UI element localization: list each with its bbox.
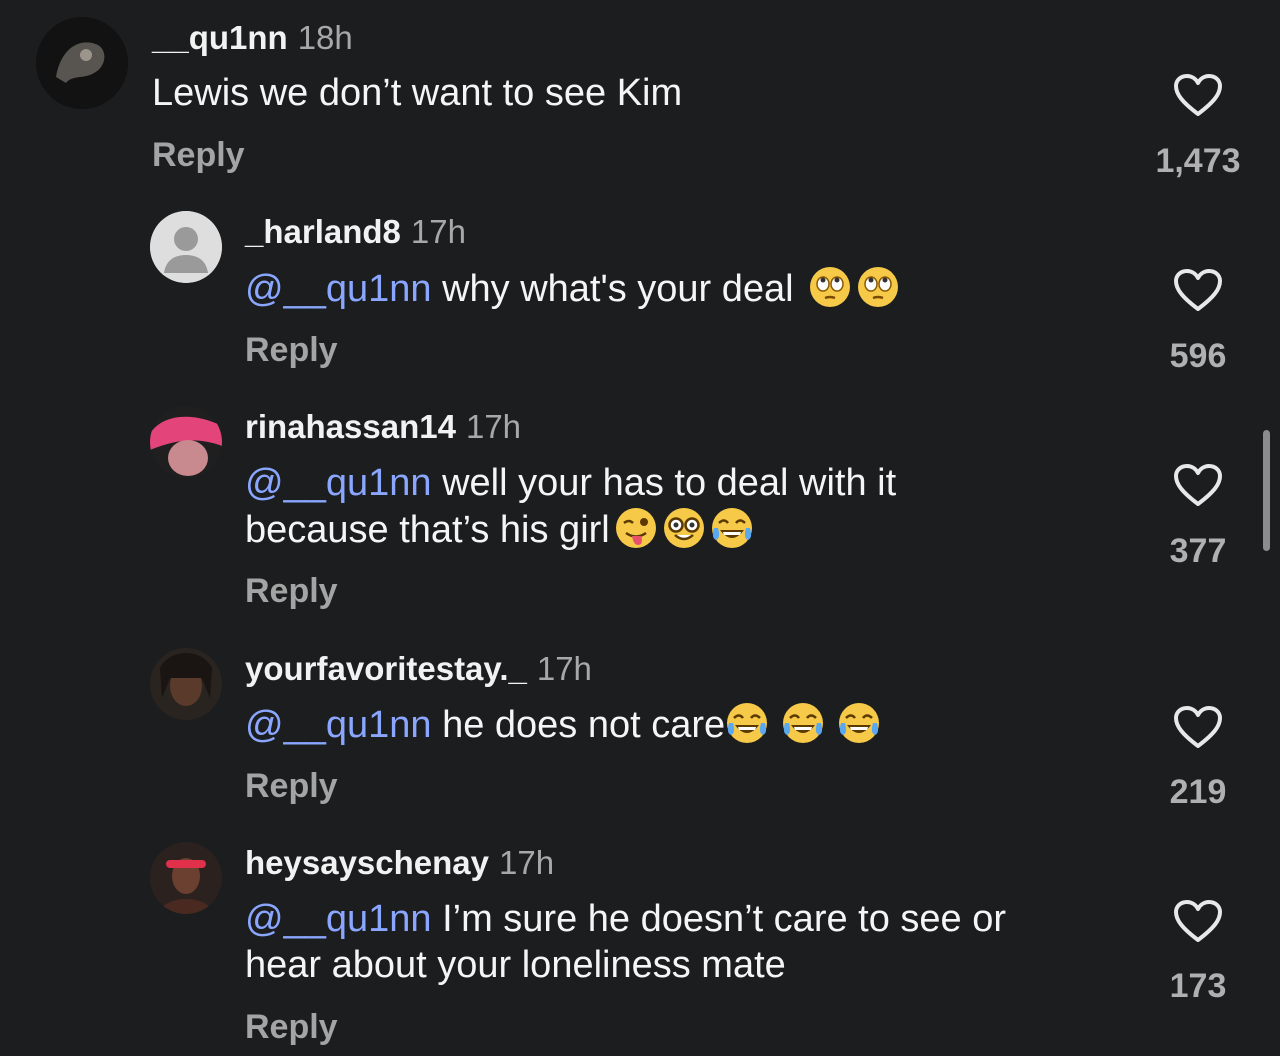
nerd-face-emoji bbox=[662, 506, 706, 550]
like-button[interactable] bbox=[1172, 462, 1224, 508]
username[interactable]: _harland8 bbox=[245, 213, 401, 250]
scrollbar[interactable] bbox=[1263, 430, 1270, 551]
comment-header: _harland8 17h bbox=[245, 213, 466, 251]
like-count: 377 bbox=[1169, 532, 1227, 570]
comment-header: rinahassan14 17h bbox=[245, 408, 521, 446]
avatar[interactable] bbox=[150, 842, 222, 914]
avatar[interactable] bbox=[36, 17, 128, 109]
tears-of-joy-emoji bbox=[725, 701, 769, 745]
comment-text: @__qu1nn I’m sure he doesn’t care to see… bbox=[245, 896, 1006, 988]
timestamp: 17h bbox=[465, 408, 522, 445]
heart-icon bbox=[1174, 269, 1222, 311]
mention-link[interactable]: @__qu1nn bbox=[245, 704, 432, 746]
like-button[interactable] bbox=[1172, 72, 1224, 118]
reply-button[interactable]: Reply bbox=[245, 1008, 338, 1047]
username[interactable]: rinahassan14 bbox=[245, 408, 456, 445]
comment-line: well your has to deal with it bbox=[431, 462, 897, 504]
like-count: 173 bbox=[1169, 967, 1227, 1005]
reply-button[interactable]: Reply bbox=[152, 136, 245, 175]
comment-header: heysayschenay 17h bbox=[245, 844, 554, 882]
like-button[interactable] bbox=[1172, 898, 1224, 944]
tears-of-joy-emoji bbox=[837, 701, 881, 745]
comment-line: I’m sure he doesn’t care to see or bbox=[431, 898, 1007, 940]
timestamp: 17h bbox=[410, 213, 466, 250]
comment-header: __qu1nn 18h bbox=[152, 19, 353, 57]
comment-line: hear about your loneliness mate bbox=[245, 944, 786, 986]
mention-link[interactable]: @__qu1nn bbox=[245, 462, 432, 504]
comment-line: he does not care bbox=[431, 704, 726, 746]
reply-button[interactable]: Reply bbox=[245, 767, 338, 806]
avatar[interactable] bbox=[150, 648, 222, 720]
comment-text: @__qu1nn why what's your deal bbox=[245, 265, 900, 312]
heart-icon bbox=[1174, 706, 1222, 748]
default-person-avatar[interactable] bbox=[150, 211, 222, 283]
avatar[interactable] bbox=[150, 406, 222, 478]
winking-tongue-emoji bbox=[614, 506, 658, 550]
username[interactable]: __qu1nn bbox=[152, 19, 288, 56]
like-count: 219 bbox=[1169, 773, 1227, 811]
like-button[interactable] bbox=[1172, 704, 1224, 750]
comment-line: Lewis we don’t want to see Kim bbox=[152, 72, 683, 114]
like-button[interactable] bbox=[1172, 267, 1224, 313]
mention-link[interactable]: @__qu1nn bbox=[245, 268, 432, 310]
timestamp: 17h bbox=[536, 650, 592, 687]
comment-line: because that’s his girl bbox=[245, 509, 610, 551]
comment-text: @__qu1nn he does not care bbox=[245, 701, 881, 748]
like-count: 596 bbox=[1169, 337, 1227, 375]
comment-text: Lewis we don’t want to see Kim bbox=[152, 70, 682, 116]
username[interactable]: heysayschenay bbox=[245, 844, 489, 881]
like-count: 1,473 bbox=[1155, 142, 1241, 180]
eye-roll-emoji bbox=[856, 265, 900, 309]
heart-icon bbox=[1174, 900, 1222, 942]
timestamp: 17h bbox=[499, 844, 555, 881]
timestamp: 18h bbox=[297, 19, 353, 56]
heart-icon bbox=[1174, 74, 1222, 116]
reply-button[interactable]: Reply bbox=[245, 572, 338, 611]
username[interactable]: yourfavoritestay._ bbox=[245, 650, 527, 687]
reply-button[interactable]: Reply bbox=[245, 331, 338, 370]
eye-roll-emoji bbox=[808, 265, 852, 309]
comment-text: @__qu1nn well your has to deal with it b… bbox=[245, 460, 896, 553]
heart-icon bbox=[1174, 464, 1222, 506]
tears-of-joy-emoji bbox=[781, 701, 825, 745]
comment-line: why what's your deal bbox=[431, 268, 805, 310]
mention-link[interactable]: @__qu1nn bbox=[245, 898, 432, 940]
comment-header: yourfavoritestay._ 17h bbox=[245, 650, 592, 688]
tears-of-joy-emoji bbox=[710, 506, 754, 550]
